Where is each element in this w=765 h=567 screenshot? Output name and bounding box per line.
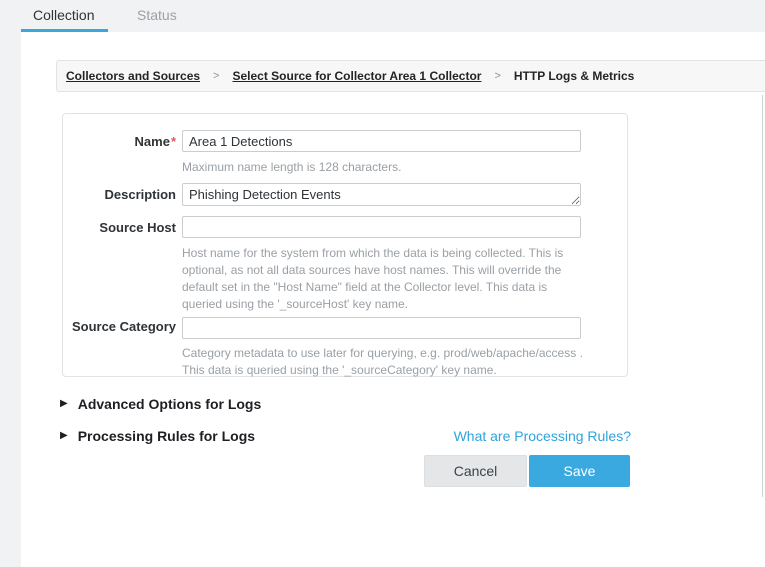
advanced-options-label: Advanced Options for Logs	[78, 396, 262, 412]
advanced-options-section-toggle[interactable]: ▶ Advanced Options for Logs	[60, 396, 261, 412]
description-label: Description	[63, 187, 176, 202]
source-category-input[interactable]	[182, 317, 581, 339]
name-label-text: Name	[135, 134, 170, 149]
breadcrumb-select-source[interactable]: Select Source for Collector Area 1 Colle…	[232, 69, 481, 83]
source-category-label: Source Category	[63, 319, 176, 334]
collapsed-arrow-icon: ▶	[60, 399, 68, 409]
breadcrumb: Collectors and Sources > Select Source f…	[56, 60, 765, 92]
processing-rules-label: Processing Rules for Logs	[78, 428, 255, 444]
scrollbar-track[interactable]	[762, 95, 763, 497]
what-are-processing-rules-link[interactable]: What are Processing Rules?	[454, 428, 631, 444]
breadcrumb-collectors-and-sources[interactable]: Collectors and Sources	[66, 69, 200, 83]
cancel-button[interactable]: Cancel	[424, 455, 527, 487]
source-host-label: Source Host	[63, 220, 176, 235]
name-input[interactable]	[182, 130, 581, 152]
breadcrumb-separator: >	[494, 70, 500, 82]
source-host-input[interactable]	[182, 216, 581, 238]
page: Collection Status Collectors and Sources…	[0, 0, 765, 567]
source-category-helper-text: Category metadata to use later for query…	[182, 345, 584, 379]
content-area: Collectors and Sources > Select Source f…	[21, 32, 765, 567]
breadcrumb-separator: >	[213, 70, 219, 82]
name-label: Name*	[63, 134, 176, 149]
name-helper-text: Maximum name length is 128 characters.	[182, 159, 401, 176]
source-config-panel: Name* Maximum name length is 128 charact…	[62, 113, 628, 377]
tab-collection[interactable]: Collection	[33, 7, 94, 23]
required-asterisk: *	[171, 134, 176, 149]
tab-status[interactable]: Status	[137, 7, 177, 23]
breadcrumb-current-page: HTTP Logs & Metrics	[514, 69, 634, 83]
description-textarea[interactable]: Phishing Detection Events	[182, 183, 581, 206]
processing-rules-section-toggle[interactable]: ▶ Processing Rules for Logs	[60, 428, 255, 444]
source-host-helper-text: Host name for the system from which the …	[182, 245, 578, 313]
save-button[interactable]: Save	[529, 455, 630, 487]
collapsed-arrow-icon: ▶	[60, 431, 68, 441]
